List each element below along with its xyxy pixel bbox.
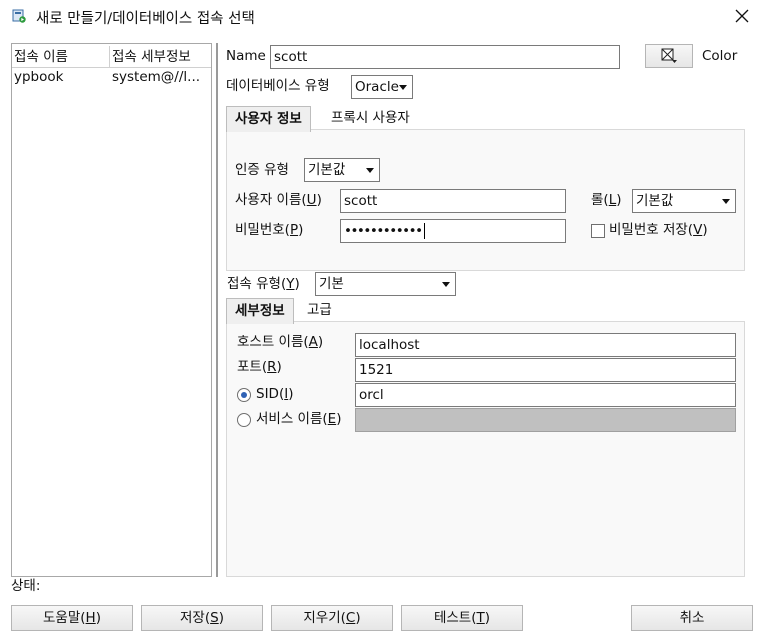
name-label: Name <box>226 48 266 64</box>
port-field[interactable]: 1521 <box>355 358 736 382</box>
sid-label: SID(I) <box>256 386 294 402</box>
password-field[interactable]: •••••••••••• <box>340 219 566 243</box>
username-label: 사용자 이름(U) <box>235 192 322 208</box>
hostname-field[interactable]: localhost <box>355 333 736 357</box>
tab-details[interactable]: 세부정보 <box>226 298 294 324</box>
tab-user-info[interactable]: 사용자 정보 <box>226 106 311 132</box>
role-value: 기본값 <box>636 193 674 209</box>
title-bar: 새로 만들기/데이터베이스 접속 선택 <box>0 0 771 32</box>
table-row[interactable]: ypbook system@//l... <box>12 69 211 86</box>
conn-type-label: 접속 유형(Y) <box>227 276 300 292</box>
chevron-down-icon <box>399 85 407 90</box>
name-field[interactable]: scott <box>270 45 620 69</box>
conn-type-value: 기본 <box>319 276 344 292</box>
color-button[interactable] <box>645 44 693 68</box>
conn-name-cell: ypbook <box>14 69 64 85</box>
auth-type-label: 인증 유형 <box>235 162 289 178</box>
db-connection-icon <box>12 9 26 23</box>
column-header-conn-detail[interactable]: 접속 세부정보 <box>110 46 211 68</box>
column-header-conn-name[interactable]: 접속 이름 <box>12 46 110 68</box>
password-masked-value: •••••••••••• <box>344 223 423 239</box>
splitter[interactable] <box>216 43 218 577</box>
role-select[interactable]: 기본값 <box>632 189 736 213</box>
conn-type-select[interactable]: 기본 <box>315 272 456 296</box>
service-name-field <box>355 408 736 432</box>
color-picker-icon <box>661 48 677 63</box>
save-password-checkbox[interactable] <box>591 224 605 238</box>
sid-field[interactable]: orcl <box>355 383 736 407</box>
service-name-label: 서비스 이름(E) <box>256 411 342 427</box>
text-cursor <box>423 223 425 239</box>
db-type-select[interactable]: Oracle <box>351 75 413 99</box>
close-button[interactable] <box>727 2 757 30</box>
cancel-button[interactable]: 취소 <box>631 605 753 631</box>
port-label: 포트(R) <box>237 359 282 375</box>
password-label: 비밀번호(P) <box>235 222 304 238</box>
clear-button[interactable]: 지우기(C) <box>271 605 393 631</box>
sid-radio[interactable] <box>237 388 251 402</box>
db-type-value: Oracle <box>355 79 399 95</box>
chevron-down-icon <box>722 199 730 204</box>
username-field[interactable]: scott <box>340 189 566 213</box>
color-label: Color <box>702 48 738 64</box>
help-button[interactable]: 도움말(H) <box>11 605 133 631</box>
chevron-down-icon <box>366 168 374 173</box>
connection-list[interactable]: 접속 이름 접속 세부정보 ypbook system@//l... <box>11 43 212 577</box>
tab-advanced[interactable]: 고급 <box>303 298 336 324</box>
db-type-label: 데이터베이스 유형 <box>226 78 330 94</box>
tab-proxy-user[interactable]: 프록시 사용자 <box>327 106 414 132</box>
auth-type-value: 기본값 <box>308 162 346 178</box>
status-label: 상태: <box>11 578 41 594</box>
save-password-label: 비밀번호 저장(V) <box>609 222 708 238</box>
close-icon <box>735 9 749 23</box>
hostname-label: 호스트 이름(A) <box>237 334 324 350</box>
test-button[interactable]: 테스트(T) <box>401 605 523 631</box>
service-name-radio[interactable] <box>237 413 251 427</box>
save-button[interactable]: 저장(S) <box>141 605 263 631</box>
chevron-down-icon <box>442 282 450 287</box>
role-label: 롤(L) <box>591 192 622 208</box>
window-title: 새로 만들기/데이터베이스 접속 선택 <box>36 11 255 27</box>
conn-detail-cell: system@//l... <box>112 69 201 85</box>
auth-type-select[interactable]: 기본값 <box>304 158 380 182</box>
